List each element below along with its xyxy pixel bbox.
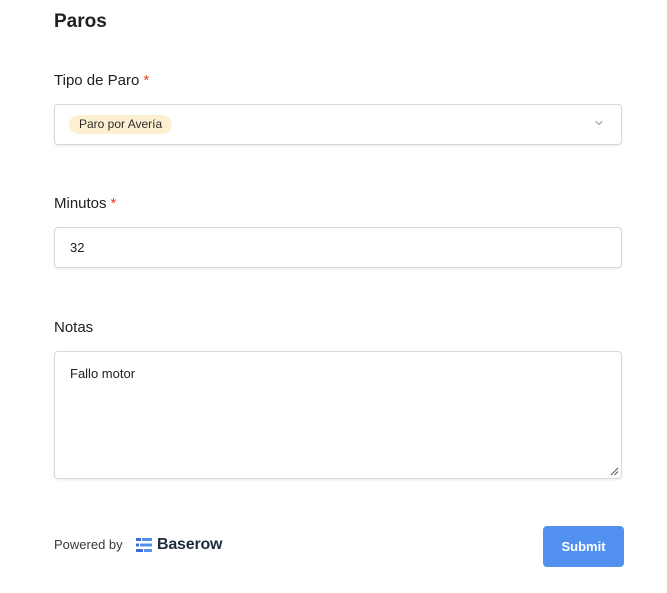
powered-by-text: Powered by [54, 537, 123, 552]
submit-button[interactable]: Submit [543, 526, 624, 567]
tipo-de-paro-select[interactable]: Paro por Avería [54, 104, 622, 145]
required-marker: * [143, 72, 150, 89]
notas-textarea-value: Fallo motor [70, 366, 136, 381]
baserow-logo-icon [136, 538, 152, 552]
chevron-down-icon[interactable] [594, 118, 604, 128]
form-title: Paros [54, 11, 107, 32]
minutos-input[interactable]: 32 [54, 227, 622, 268]
tipo-de-paro-label: Tipo de Paro * [54, 72, 149, 89]
baserow-brand[interactable]: Baserow [136, 534, 222, 556]
minutos-input-value: 32 [70, 240, 85, 255]
minutos-label: Minutos * [54, 195, 116, 212]
brand-name: Baserow [157, 536, 223, 553]
required-marker: * [110, 195, 117, 212]
notas-textarea[interactable]: Fallo motor [54, 351, 622, 479]
selected-option-chip: Paro por Avería [69, 115, 173, 134]
minutos-label-text: Minutos [54, 195, 107, 212]
resize-handle-icon[interactable] [609, 466, 619, 476]
notas-label: Notas [54, 319, 93, 336]
notas-label-text: Notas [54, 319, 94, 336]
tipo-de-paro-label-text: Tipo de Paro [54, 72, 140, 89]
